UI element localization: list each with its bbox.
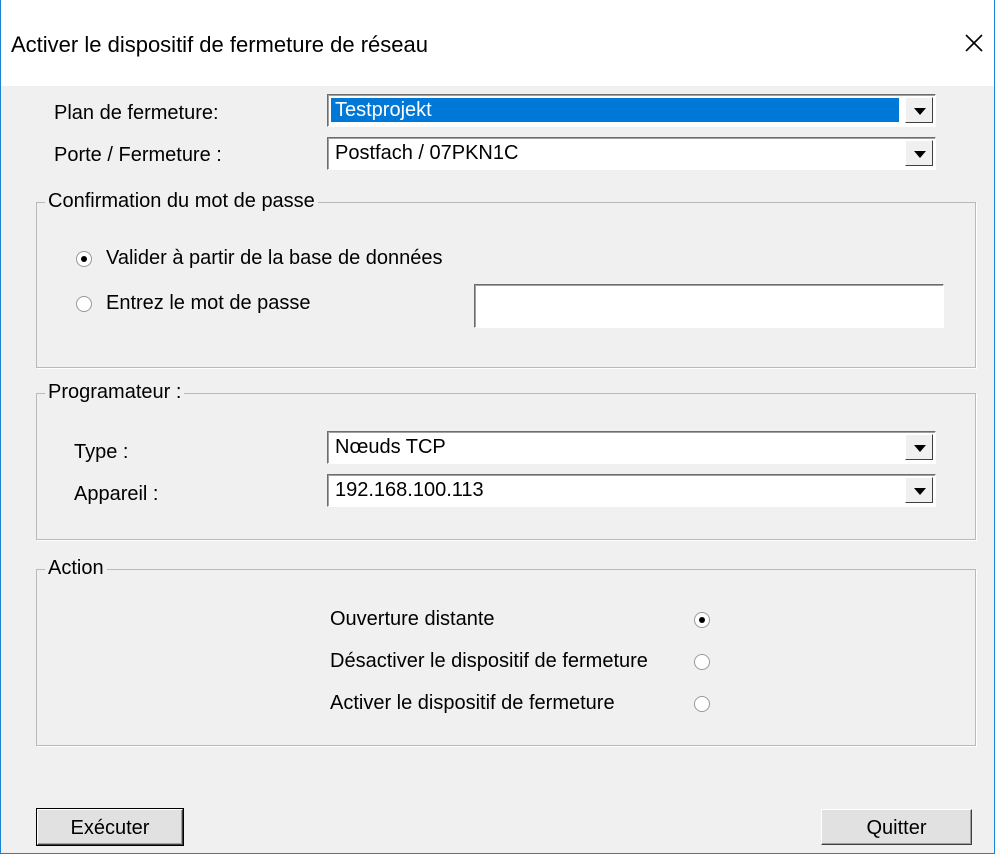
plan-value: Testprojekt xyxy=(331,98,899,122)
plan-label: Plan de fermeture: xyxy=(54,102,219,124)
type-select[interactable]: Nœuds TCP xyxy=(327,431,936,464)
device-select[interactable]: 192.168.100.113 xyxy=(327,474,936,507)
device-label: Appareil : xyxy=(74,483,159,505)
porte-value: Postfach / 07PKN1C xyxy=(335,142,519,164)
plan-select[interactable]: Testprojekt xyxy=(327,94,936,127)
device-value: 192.168.100.113 xyxy=(335,479,484,501)
password-field[interactable] xyxy=(474,284,944,328)
password-group: Confirmation du mot de passe Valider à p… xyxy=(36,190,976,368)
window-title: Activer le dispositif de fermeture de ré… xyxy=(11,32,428,57)
type-dropdown-button[interactable] xyxy=(905,434,933,460)
title-bar: Activer le dispositif de fermeture de ré… xyxy=(1,0,994,86)
programmer-group-title: Programateur : xyxy=(45,381,185,404)
action-group-title: Action xyxy=(45,557,107,580)
validate-db-label: Valider à partir de la base de données xyxy=(106,247,443,269)
plan-dropdown-button[interactable] xyxy=(905,97,933,123)
porte-select[interactable]: Postfach / 07PKN1C xyxy=(327,137,936,170)
chevron-down-icon xyxy=(914,488,926,495)
porte-label: Porte / Fermeture : xyxy=(54,144,222,166)
action-option-label: Activer le dispositif de fermeture xyxy=(330,692,615,714)
password-group-title: Confirmation du mot de passe xyxy=(45,190,318,213)
enter-password-label: Entrez le mot de passe xyxy=(106,292,311,314)
dialog-body: Plan de fermeture: Testprojekt Porte / F… xyxy=(1,86,994,853)
execute-button[interactable]: Exécuter xyxy=(36,808,184,846)
radio-desactiver[interactable] xyxy=(694,654,710,670)
radio-validate-db[interactable] xyxy=(76,251,92,267)
chevron-down-icon xyxy=(914,151,926,158)
action-group: Action Ouverture distante Désactiver le … xyxy=(36,557,976,746)
programmer-group: Programateur : Type : Nœuds TCP Appareil… xyxy=(36,381,976,540)
device-dropdown-button[interactable] xyxy=(905,477,933,503)
chevron-down-icon xyxy=(914,445,926,452)
radio-activer[interactable] xyxy=(694,696,710,712)
radio-ouverture-distante[interactable] xyxy=(694,612,710,628)
dialog-window: Activer le dispositif de fermeture de ré… xyxy=(0,0,995,854)
quit-button[interactable]: Quitter xyxy=(821,809,972,845)
chevron-down-icon xyxy=(914,108,926,115)
type-value: Nœuds TCP xyxy=(335,436,446,458)
type-label: Type : xyxy=(74,441,129,463)
close-icon xyxy=(965,34,983,52)
close-button[interactable] xyxy=(957,26,991,60)
action-option-label: Ouverture distante xyxy=(330,608,495,630)
radio-enter-password[interactable] xyxy=(76,296,92,312)
action-option-label: Désactiver le dispositif de fermeture xyxy=(330,650,648,672)
porte-dropdown-button[interactable] xyxy=(905,140,933,166)
